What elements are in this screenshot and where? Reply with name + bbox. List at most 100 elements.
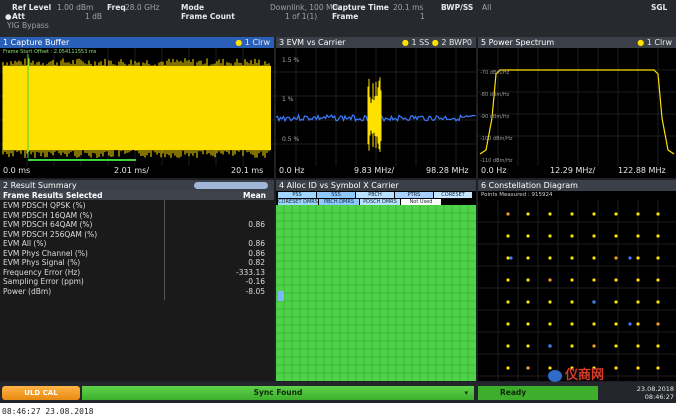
analyzer-screen: Ref Level 1.00 dBm ● Att 1 dB YIG Bypass… bbox=[0, 0, 676, 403]
y-tick-2: -90 dBm/Hz bbox=[480, 114, 510, 120]
constellation-points bbox=[506, 212, 660, 370]
constellation-point bbox=[614, 278, 618, 282]
summary-row-label: EVM All (%) bbox=[3, 239, 47, 248]
summary-row-label: Sampling Error (ppm) bbox=[3, 277, 84, 286]
alloc-legend-item: PSS bbox=[278, 192, 316, 198]
uld-cal-button[interactable]: ULD CAL bbox=[2, 386, 80, 400]
power-spectrum-titlebar[interactable]: 5 Power Spectrum ● 1 Clrw bbox=[478, 37, 676, 48]
constellation-point bbox=[526, 300, 530, 304]
constellation-point bbox=[636, 366, 640, 370]
summary-header-right: Mean bbox=[243, 191, 266, 200]
capture-buffer-window[interactable]: 1 Capture Buffer ● 1 Clrw Frame Start Of… bbox=[0, 37, 274, 178]
att-label: Att bbox=[12, 12, 25, 21]
constellation-point bbox=[526, 212, 530, 216]
constellation-point bbox=[614, 322, 618, 326]
window-title: 2 Result Summary bbox=[3, 181, 77, 190]
capture-buffer-titlebar[interactable]: 1 Capture Buffer ● 1 Clrw bbox=[0, 37, 274, 48]
power-spectrum-plot bbox=[478, 48, 676, 166]
evm-plot bbox=[276, 48, 476, 166]
x-division: 9.83 MHz/ bbox=[354, 166, 395, 175]
status-bar: ULD CAL Sync Found ▾ Ready 23.08.2018 08… bbox=[0, 382, 676, 403]
ref-level-value: 1.00 dBm bbox=[57, 3, 94, 12]
y-tick-0: -70 dBm/Hz bbox=[480, 70, 510, 76]
constellation-point bbox=[636, 344, 640, 348]
status-time: 08:46:27 bbox=[644, 393, 674, 401]
constellation-point bbox=[548, 322, 552, 326]
constellation-point bbox=[656, 344, 660, 348]
evm-titlebar[interactable]: 3 EVM vs Carrier ● 1 SS ● 2 BWP0 bbox=[276, 37, 476, 48]
watermark-logo: 仪商网 bbox=[548, 364, 604, 383]
measurement-header: Ref Level 1.00 dBm ● Att 1 dB YIG Bypass… bbox=[0, 0, 676, 37]
x-end: 20.1 ms bbox=[231, 166, 264, 175]
constellation-point bbox=[548, 278, 552, 282]
summary-row-label: EVM PDSCH 64QAM (%) bbox=[3, 220, 93, 229]
power-spectrum-window[interactable]: 5 Power Spectrum ● 1 Clrw -70 dBm/Hz -80… bbox=[478, 37, 676, 178]
alloc-legend-item: PBCH bbox=[356, 192, 394, 198]
evm-vs-carrier-window[interactable]: 3 EVM vs Carrier ● 1 SS ● 2 BWP0 1.5 % 1… bbox=[276, 37, 476, 178]
constellation-point bbox=[636, 212, 640, 216]
status-date: 23.08.2018 bbox=[636, 385, 674, 393]
constellation-point bbox=[628, 256, 632, 260]
ref-level-label: Ref Level bbox=[12, 3, 52, 12]
x-start: 0.0 ms bbox=[3, 166, 31, 175]
constellation-point bbox=[656, 256, 660, 260]
constellation-point bbox=[592, 300, 596, 304]
constellation-point bbox=[506, 256, 510, 260]
constellation-point bbox=[570, 256, 574, 260]
summary-row-label: Power (dBm) bbox=[3, 286, 52, 296]
result-summary-titlebar[interactable]: 2 Result Summary bbox=[0, 180, 274, 191]
summary-row-label: EVM PDSCH 256QAM (%) bbox=[3, 229, 98, 239]
x-start: 0.0 Hz bbox=[279, 166, 305, 175]
alloc-legend-item: SSS bbox=[317, 192, 355, 198]
att-bullet-icon: ● bbox=[5, 12, 12, 21]
constellation-point bbox=[526, 234, 530, 238]
constellation-point bbox=[636, 300, 640, 304]
summary-row-value: -8.05 bbox=[245, 286, 265, 296]
ss-indicator: 1 SS bbox=[411, 38, 430, 47]
constellation-window[interactable]: 6 Constellation Diagram Points Measured … bbox=[478, 180, 676, 381]
constellation-point bbox=[656, 278, 660, 282]
summary-header-row: Frame Results Selected Mean bbox=[0, 191, 274, 200]
constellation-point bbox=[614, 212, 618, 216]
x-start: 0.0 Hz bbox=[481, 166, 507, 175]
sync-text: Sync Found bbox=[253, 388, 303, 397]
constellation-titlebar[interactable]: 6 Constellation Diagram bbox=[478, 180, 676, 191]
constellation-point bbox=[506, 300, 510, 304]
constellation-point bbox=[636, 278, 640, 282]
constellation-point bbox=[614, 256, 618, 260]
att-value: 1 dB bbox=[85, 12, 103, 21]
alloc-id-window[interactable]: 4 Alloc ID vs Symbol X Carrier PSS SSS PBC… bbox=[276, 180, 476, 381]
frame-label: Frame bbox=[332, 12, 359, 21]
ready-status: Ready bbox=[478, 386, 598, 400]
capture-buffer-plot bbox=[0, 48, 274, 166]
constellation-point bbox=[506, 322, 510, 326]
summary-row-label: EVM PDSCH QPSK (%) bbox=[3, 201, 86, 210]
trace-indicator: 1 Clrw bbox=[646, 38, 672, 47]
sync-status: Sync Found ▾ bbox=[82, 386, 474, 400]
constellation-point bbox=[526, 366, 530, 370]
summary-row-value: 0.86 bbox=[248, 220, 265, 229]
x-division: 2.01 ms/ bbox=[114, 166, 150, 175]
summary-row-value: -0.16 bbox=[245, 277, 265, 286]
y-tick-2: 0.5 % bbox=[282, 136, 300, 143]
constellation-point bbox=[636, 322, 640, 326]
result-summary-window[interactable]: 2 Result Summary Frame Results Selected … bbox=[0, 180, 274, 381]
constellation-point bbox=[548, 234, 552, 238]
dropdown-arrow-icon[interactable]: ▾ bbox=[464, 386, 468, 400]
window-title: 5 Power Spectrum bbox=[481, 38, 555, 47]
constellation-point bbox=[656, 322, 660, 326]
x-division: 12.29 MHz/ bbox=[550, 166, 596, 175]
summary-toggle-pill[interactable] bbox=[194, 182, 268, 189]
window-title: 1 Capture Buffer bbox=[3, 38, 70, 47]
constellation-point bbox=[548, 212, 552, 216]
constellation-point bbox=[570, 234, 574, 238]
frame-count-value: 1 of 1(1) bbox=[285, 12, 318, 21]
constellation-point bbox=[506, 212, 510, 216]
constellation-point bbox=[614, 234, 618, 238]
status-clock: 23.08.2018 08:46:27 bbox=[637, 385, 674, 401]
constellation-point bbox=[592, 278, 596, 282]
constellation-point bbox=[592, 322, 596, 326]
constellation-point bbox=[636, 234, 640, 238]
constellation-point bbox=[628, 322, 632, 326]
alloc-titlebar[interactable]: 4 Alloc ID vs Symbol X Carrier bbox=[276, 180, 476, 191]
